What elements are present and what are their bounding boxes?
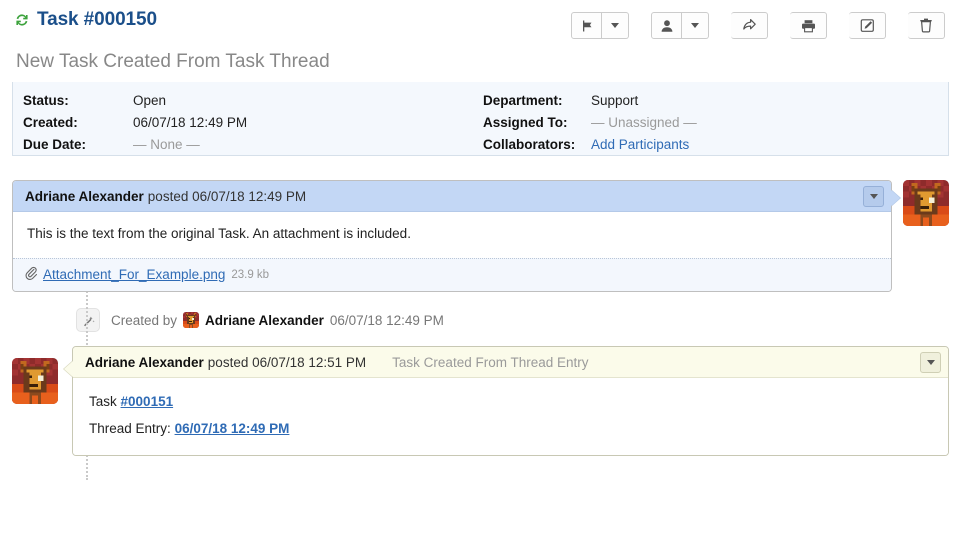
chevron-down-icon — [691, 23, 699, 28]
chevron-down-icon — [611, 23, 619, 28]
department-value: Support — [591, 93, 639, 108]
bubble-pointer — [891, 190, 900, 206]
info-row-department: Department: Support — [483, 91, 697, 110]
avatar — [12, 358, 58, 404]
page-title: Task #000150 — [37, 9, 157, 30]
thread-entry-label: Thread Entry: — [89, 421, 171, 436]
status-value: Open — [133, 93, 167, 108]
department-label: Department: — [483, 93, 563, 108]
thread-entry-1: Adriane Alexander posted 06/07/18 12:49 … — [0, 180, 957, 292]
info-row-due-date: Due Date: — None — — [23, 135, 483, 154]
page-subtitle: New Task Created From Task Thread — [16, 51, 330, 72]
created-value: 06/07/18 12:49 PM — [133, 115, 248, 130]
pencil-square-icon — [860, 18, 875, 33]
flag-dropdown-button[interactable] — [602, 12, 629, 39]
trash-icon — [919, 18, 933, 33]
collaborators-label: Collaborators: — [483, 137, 576, 152]
flag-icon — [580, 19, 594, 33]
event-timestamp: 06/07/18 12:49 PM — [329, 312, 444, 328]
message-author: Adriane Alexander — [85, 354, 204, 370]
chevron-down-icon — [869, 194, 878, 199]
user-icon — [660, 19, 674, 33]
toolbar — [571, 10, 945, 39]
transfer-button-group — [731, 12, 768, 39]
event-label: Created by — [111, 312, 178, 328]
info-column-right: Department: Support Assigned To: — Unass… — [483, 91, 697, 152]
task-link[interactable]: #000151 — [121, 394, 174, 409]
assign-user-dropdown-button[interactable] — [682, 12, 709, 39]
assigned-to-label: Assigned To: — [483, 115, 568, 130]
task-label: Task — [89, 394, 117, 409]
magic-wand-icon — [76, 308, 100, 332]
task-detail-page: Task #000150 New Task Created From Task … — [0, 0, 957, 535]
message-timestamp: posted 06/07/18 12:51 PM — [207, 354, 367, 370]
printer-icon — [801, 19, 816, 33]
message-text: This is the text from the original Task.… — [27, 226, 411, 241]
task-reference-line: Task #000151 — [89, 392, 932, 412]
message-author: Adriane Alexander — [25, 188, 144, 204]
thread-area: Adriane Alexander posted 06/07/18 12:49 … — [0, 180, 957, 480]
transfer-button[interactable] — [731, 12, 768, 39]
info-column-left: Status: Open Created: 06/07/18 12:49 PM … — [13, 91, 483, 152]
message-options-button[interactable] — [863, 186, 884, 207]
title-area: Task #000150 — [14, 10, 157, 30]
message-bubble-original: Adriane Alexander posted 06/07/18 12:49 … — [12, 180, 900, 292]
message-body: This is the text from the original Task.… — [13, 212, 891, 258]
add-participants-link[interactable]: Add Participants — [591, 135, 689, 154]
chevron-down-icon — [926, 360, 935, 365]
info-row-created: Created: 06/07/18 12:49 PM — [23, 113, 483, 132]
flag-button-group — [571, 12, 629, 39]
thread-entry-link[interactable]: 06/07/18 12:49 PM — [175, 421, 290, 436]
assign-user-button[interactable] — [651, 12, 682, 39]
message-body: Task #000151 Thread Entry: 06/07/18 12:4… — [73, 378, 948, 455]
created-label: Created: — [23, 115, 78, 130]
due-date-label: Due Date: — [23, 137, 87, 152]
info-row-status: Status: Open — [23, 91, 483, 110]
thread-entry-reference-line: Thread Entry: 06/07/18 12:49 PM — [89, 419, 932, 439]
edit-button-group — [849, 12, 886, 39]
avatar — [183, 312, 199, 328]
assigned-to-value: — Unassigned — — [591, 115, 697, 130]
attachment-size: 23.9 kb — [231, 268, 270, 281]
message-header: Adriane Alexander posted 06/07/18 12:51 … — [73, 347, 948, 378]
bubble-pointer — [64, 361, 73, 377]
print-button-group — [790, 12, 827, 39]
delete-button[interactable] — [908, 12, 945, 39]
message-entry-title: Task Created From Thread Entry — [392, 354, 589, 370]
message-options-button[interactable] — [920, 352, 941, 373]
assign-button-group — [651, 12, 709, 39]
event-author: Adriane Alexander — [205, 312, 324, 328]
attachment-bar: Attachment_For_Example.png 23.9 kb — [13, 258, 891, 291]
message-timestamp: posted 06/07/18 12:49 PM — [147, 188, 307, 204]
thread-entry-2: Adriane Alexander posted 06/07/18 12:51 … — [0, 346, 957, 456]
delete-button-group — [908, 12, 945, 39]
avatar — [903, 180, 949, 226]
info-row-collaborators: Collaborators: Add Participants — [483, 135, 697, 154]
message-bubble-system: Adriane Alexander posted 06/07/18 12:51 … — [64, 346, 949, 456]
thread-event-created: Created by Adriane Alexander 06/07/18 12… — [76, 308, 957, 332]
message-header: Adriane Alexander posted 06/07/18 12:49 … — [13, 181, 891, 212]
task-info-panel: Status: Open Created: 06/07/18 12:49 PM … — [12, 82, 949, 156]
status-label: Status: — [23, 93, 69, 108]
print-button[interactable] — [790, 12, 827, 39]
info-row-assigned-to: Assigned To: — Unassigned — — [483, 113, 697, 132]
flag-button[interactable] — [571, 12, 602, 39]
page-header: Task #000150 New Task Created From Task … — [0, 0, 957, 82]
due-date-value: — None — — [133, 137, 200, 152]
share-icon — [742, 18, 757, 33]
refresh-icon[interactable] — [14, 12, 30, 28]
edit-button[interactable] — [849, 12, 886, 39]
event-text: Created by Adriane Alexander 06/07/18 12… — [111, 312, 444, 328]
attachment-link[interactable]: Attachment_For_Example.png — [43, 267, 225, 282]
paperclip-icon — [25, 266, 38, 283]
